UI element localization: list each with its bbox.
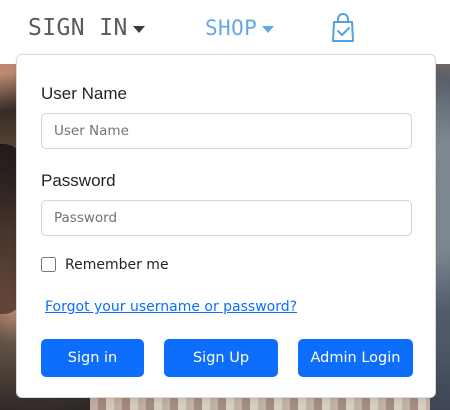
- sign-up-button[interactable]: Sign Up: [164, 339, 278, 377]
- sign-in-menu-label: SIGN IN: [28, 14, 128, 41]
- password-input[interactable]: [41, 200, 412, 236]
- shopping-bag-check-icon[interactable]: [328, 12, 358, 44]
- username-input[interactable]: [41, 113, 412, 149]
- remember-me-label: Remember me: [65, 256, 169, 273]
- admin-login-button[interactable]: Admin Login: [298, 339, 413, 377]
- sign-in-menu[interactable]: SIGN IN: [28, 14, 145, 42]
- chevron-down-icon: [132, 25, 145, 33]
- page: SIGN IN SHOP User Name Password Remember…: [0, 0, 450, 410]
- remember-me-checkbox[interactable]: [41, 257, 56, 272]
- forgot-credentials-link[interactable]: Forgot your username or password?: [45, 300, 297, 314]
- chevron-down-icon: [262, 25, 275, 33]
- shop-menu[interactable]: SHOP: [205, 14, 275, 42]
- shop-menu-label: SHOP: [205, 15, 258, 40]
- remember-me-row: Remember me: [41, 257, 169, 272]
- top-navigation: SIGN IN SHOP: [0, 0, 450, 54]
- password-label: Password: [41, 171, 116, 190]
- login-dropdown: User Name Password Remember me Forgot yo…: [16, 54, 436, 398]
- sign-in-button[interactable]: Sign in: [41, 339, 144, 377]
- username-label: User Name: [41, 84, 127, 103]
